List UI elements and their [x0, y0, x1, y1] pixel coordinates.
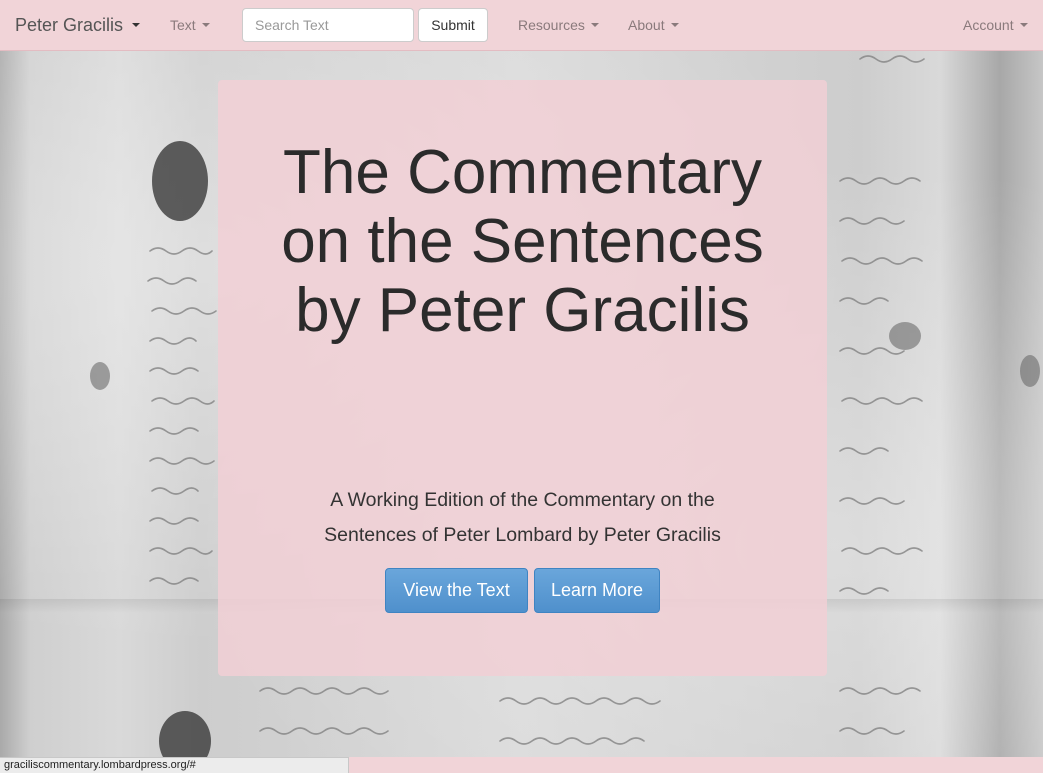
hero-title: The Commentary on the Sentences by Peter…: [281, 138, 764, 345]
submit-button[interactable]: Submit: [418, 8, 488, 42]
caret-down-icon: [590, 23, 599, 28]
hero-subtitle: A Working Edition of the Commentary on t…: [324, 489, 721, 546]
text-menu[interactable]: Text: [170, 0, 210, 50]
navbar: Peter Gracilis Text Submit Resources Abo…: [0, 0, 1043, 51]
text-menu-label: Text: [170, 17, 196, 33]
learn-more-button[interactable]: Learn More: [534, 568, 660, 613]
brand-label: Peter Gracilis: [15, 15, 124, 35]
hero-panel: The Commentary on the Sentences by Peter…: [218, 80, 827, 676]
caret-down-icon: [670, 23, 679, 28]
caret-down-icon: [1019, 23, 1028, 28]
view-text-button[interactable]: View the Text: [385, 568, 528, 613]
about-menu-label: About: [628, 17, 665, 33]
page-bottom-strip: [349, 757, 1043, 773]
status-bar-url: graciliscommentary.lombardpress.org/#: [0, 757, 349, 773]
brand-menu[interactable]: Peter Gracilis: [15, 0, 141, 50]
search-input[interactable]: [242, 8, 414, 42]
account-menu[interactable]: Account: [963, 0, 1028, 50]
caret-down-icon: [132, 23, 141, 28]
resources-menu-label: Resources: [518, 17, 585, 33]
resources-menu[interactable]: Resources: [518, 0, 599, 50]
account-menu-label: Account: [963, 17, 1014, 33]
caret-down-icon: [201, 23, 210, 28]
about-menu[interactable]: About: [628, 0, 679, 50]
